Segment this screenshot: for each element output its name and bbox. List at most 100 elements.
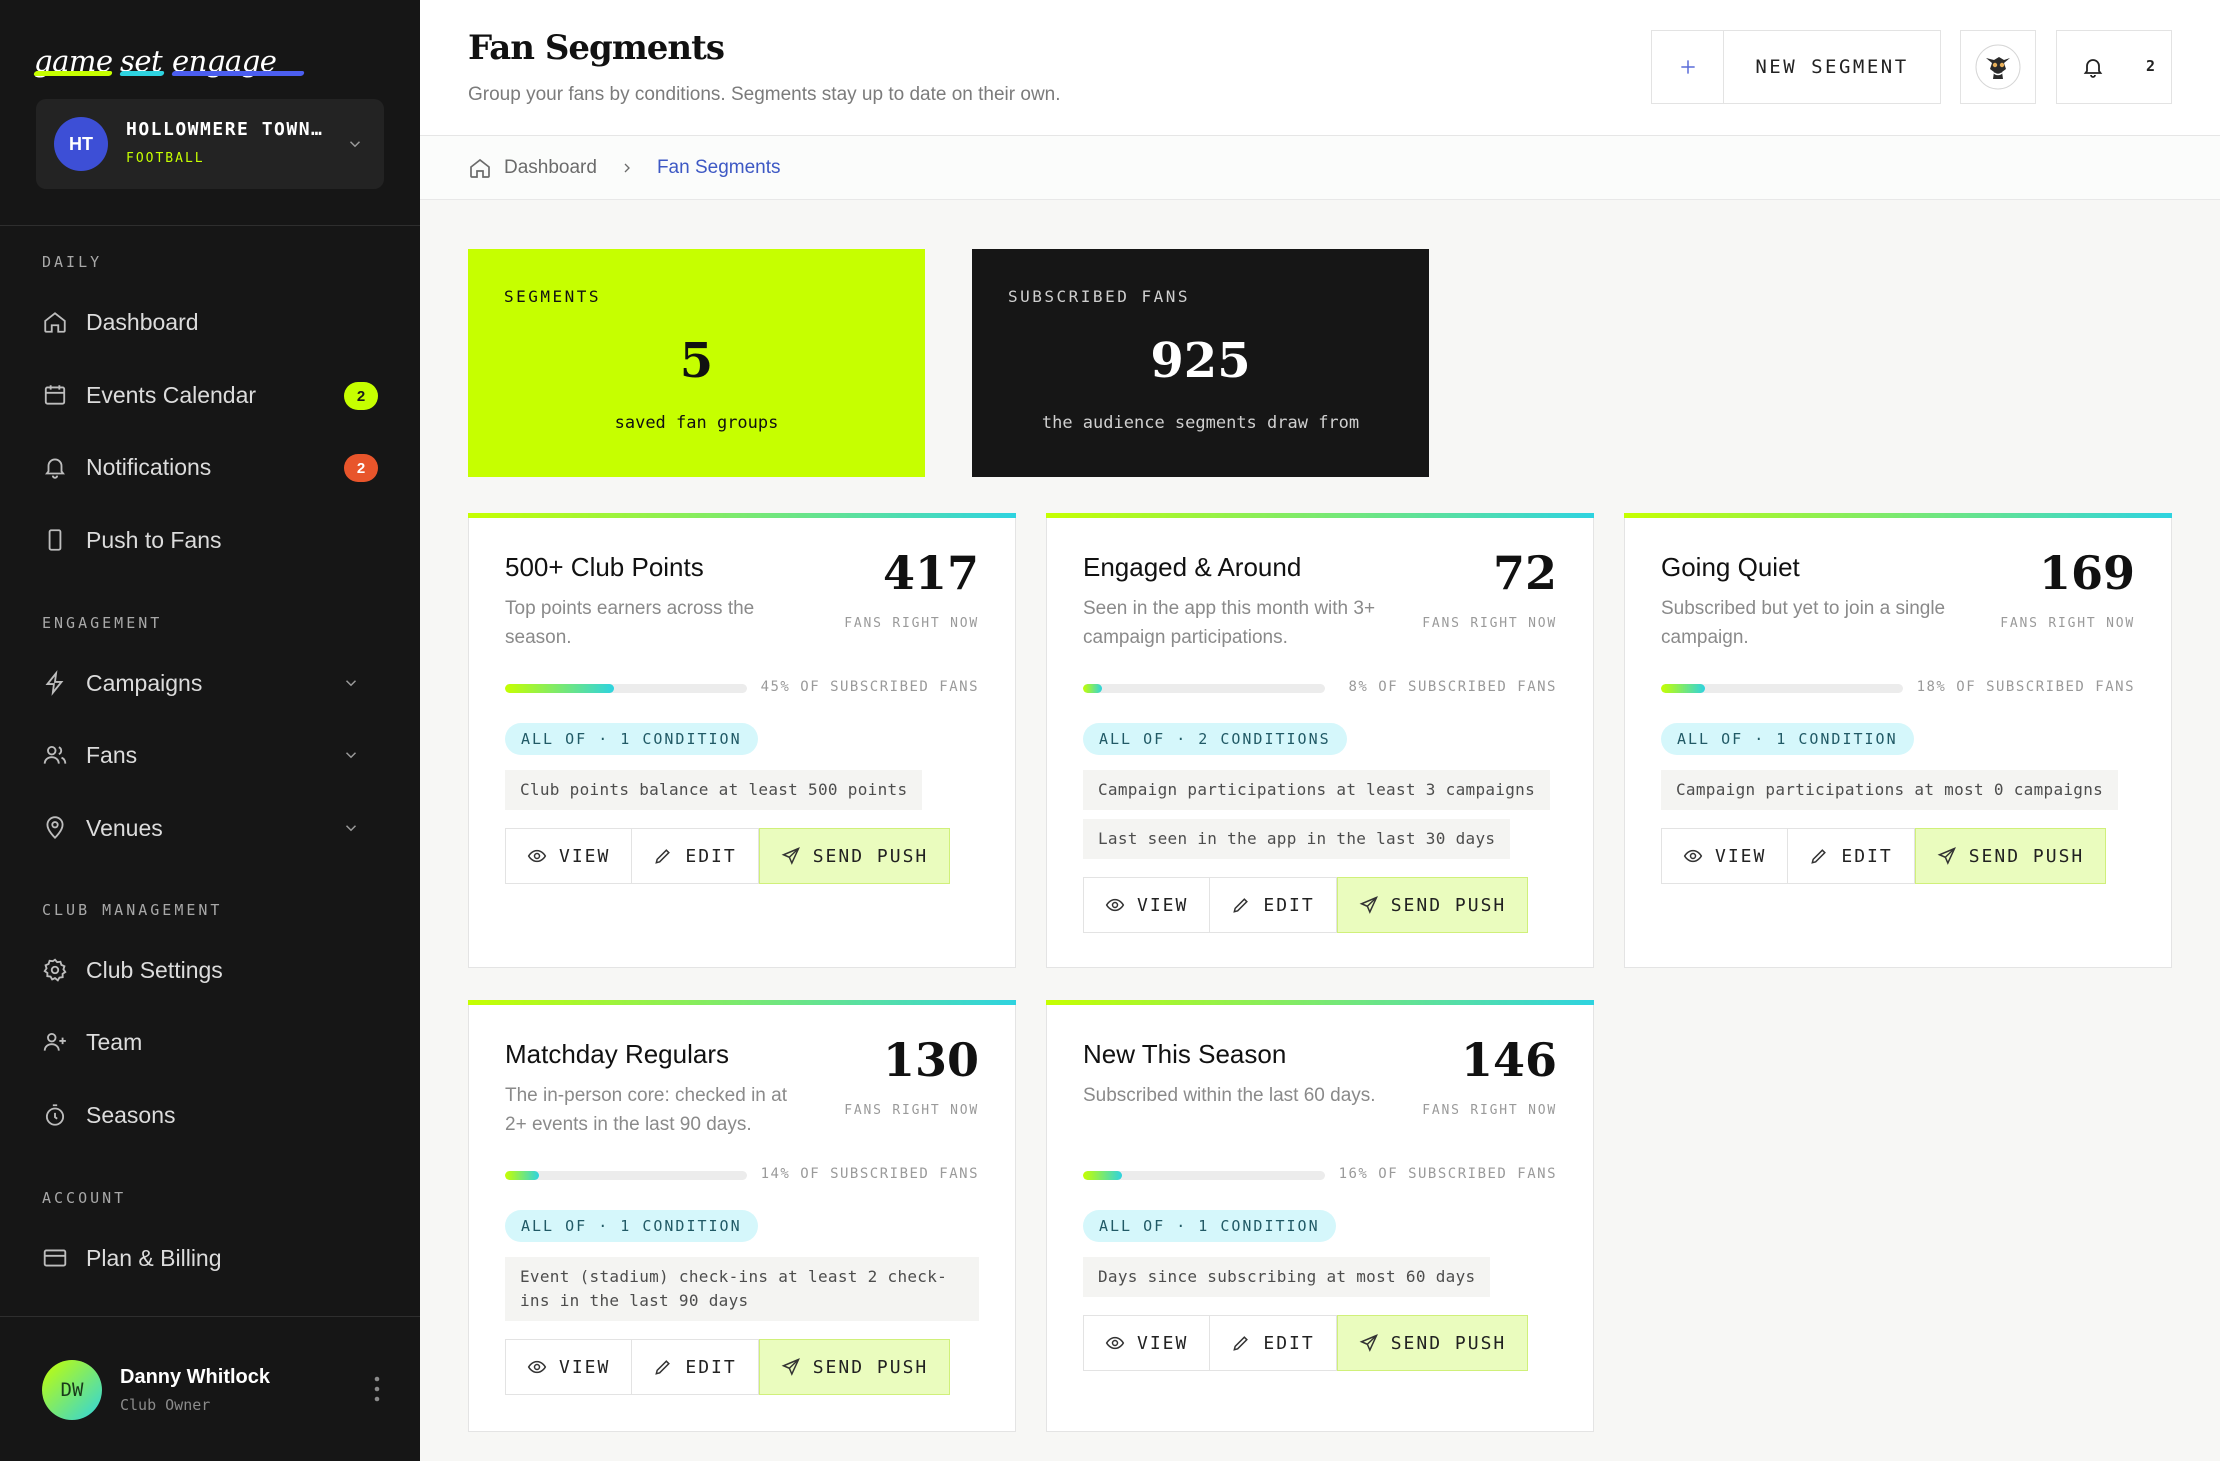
- sidebar-item-label: Team: [86, 1028, 143, 1055]
- pencil-icon: [1233, 1336, 1249, 1351]
- notification-count: 2: [2145, 57, 2155, 75]
- sidebar-item-fans[interactable]: Fans: [42, 732, 382, 778]
- stat-description: saved fan groups: [614, 413, 779, 433]
- segment-share-fill: [1083, 684, 1103, 693]
- segment-fan-count: 169: [2038, 546, 2135, 600]
- send-icon: [1937, 847, 1956, 865]
- segment-fan-count: 417: [882, 546, 979, 600]
- notifications-button[interactable]: 2: [2056, 30, 2172, 104]
- sidebar-item-seasons[interactable]: Seasons: [42, 1092, 382, 1138]
- card-accent-bar: [1624, 513, 2172, 518]
- segment-card-matchday-regulars: Matchday Regulars The in-person core: ch…: [468, 1000, 1016, 1432]
- user-plus-icon: [43, 1032, 66, 1051]
- new-segment-button[interactable]: NEW SEGMENT: [1651, 30, 1941, 104]
- rule-badge: ALL OF · 2 CONDITIONS: [1083, 723, 1347, 755]
- user-avatar: DW: [42, 1360, 102, 1420]
- lightning-icon: [45, 670, 64, 696]
- view-button[interactable]: VIEW: [506, 829, 633, 883]
- view-label: VIEW: [559, 1356, 611, 1378]
- sidebar-item-notifications[interactable]: Notifications 2: [42, 444, 382, 490]
- view-button[interactable]: VIEW: [506, 1340, 633, 1394]
- club-switcher[interactable]: HT HOLLOWMERE TOWN… FOOTBALL: [36, 99, 384, 189]
- segment-card-new-this-season: New This Season Subscribed within the la…: [1046, 1000, 1594, 1432]
- segment-description: The in-person core: checked in at 2+ eve…: [505, 1085, 787, 1135]
- sidebar-item-team[interactable]: Team: [42, 1019, 382, 1065]
- segment-description: Subscribed but yet to join a single camp…: [1661, 598, 1946, 648]
- edit-label: EDIT: [685, 845, 737, 867]
- sidebar-item-label: Notifications: [86, 453, 212, 480]
- edit-button[interactable]: EDIT: [1210, 878, 1337, 932]
- view-button[interactable]: VIEW: [1084, 1316, 1211, 1370]
- segment-share-fill: [1661, 684, 1705, 693]
- eye-icon: [1683, 849, 1703, 863]
- club-avatar: HT: [54, 117, 108, 171]
- section-title-engagement: ENGAGEMENT: [42, 614, 163, 632]
- breadcrumb: Dashboard Fan Segments: [420, 136, 2220, 200]
- stat-label: SEGMENTS: [504, 287, 602, 306]
- sidebar-item-plan-billing[interactable]: Plan & Billing: [42, 1235, 382, 1281]
- chevron-down-icon: [345, 680, 357, 687]
- club-crest-avatar[interactable]: [1960, 30, 2036, 104]
- pencil-icon: [655, 849, 671, 864]
- segment-share-label: 16% OF SUBSCRIBED FANS: [1338, 1166, 1557, 1182]
- view-label: VIEW: [1137, 1332, 1189, 1354]
- edit-button[interactable]: EDIT: [1788, 829, 1915, 883]
- sidebar-item-label: Campaigns: [86, 669, 203, 696]
- eye-icon: [1105, 898, 1125, 912]
- club-sport: FOOTBALL: [126, 151, 205, 166]
- user-profile[interactable]: DW Danny Whitlock Club Owner: [42, 1360, 382, 1420]
- breadcrumb-dashboard-link[interactable]: Dashboard: [504, 157, 597, 179]
- segment-card-500-club-points: 500+ Club Points Top points earners acro…: [468, 513, 1016, 968]
- segment-card-engaged-around: Engaged & Around Seen in the app this mo…: [1046, 513, 1594, 968]
- edit-button[interactable]: EDIT: [632, 1340, 759, 1394]
- segment-share-fill: [505, 1171, 539, 1180]
- club-name: HOLLOWMERE TOWN…: [126, 119, 324, 140]
- sidebar-item-venues[interactable]: Venues: [42, 805, 382, 851]
- view-button[interactable]: VIEW: [1084, 878, 1211, 932]
- send-push-label: SEND PUSH: [812, 1356, 929, 1378]
- send-push-button[interactable]: SEND PUSH: [758, 1339, 951, 1395]
- card-accent-bar: [1046, 1000, 1594, 1005]
- card-accent-bar: [468, 1000, 1016, 1005]
- segment-share-bar: [505, 684, 747, 693]
- edit-label: EDIT: [685, 1356, 737, 1378]
- brand-underline: [119, 71, 165, 76]
- edit-label: EDIT: [1841, 845, 1893, 867]
- sidebar-item-dashboard[interactable]: Dashboard: [42, 299, 382, 345]
- page-title: Fan Segments: [468, 28, 725, 68]
- edit-button[interactable]: EDIT: [1210, 1316, 1337, 1370]
- view-button[interactable]: VIEW: [1662, 829, 1789, 883]
- home-icon: [470, 158, 490, 178]
- send-push-label: SEND PUSH: [1390, 1332, 1507, 1354]
- send-icon: [781, 847, 800, 865]
- segment-share-label: 45% OF SUBSCRIBED FANS: [760, 679, 979, 695]
- stat-value: 5: [679, 333, 714, 389]
- sidebar-item-events-calendar[interactable]: Events Calendar 2: [42, 372, 382, 418]
- edit-label: EDIT: [1263, 1332, 1315, 1354]
- more-vertical-icon[interactable]: [372, 1374, 382, 1404]
- condition-chip: Campaign participations at most 0 campai…: [1661, 770, 2119, 810]
- send-push-label: SEND PUSH: [812, 845, 929, 867]
- card-accent-bar: [1046, 513, 1594, 518]
- segment-fan-count: 146: [1460, 1033, 1557, 1087]
- view-label: VIEW: [1137, 894, 1189, 916]
- bell-icon: [45, 458, 65, 479]
- brand-underline: [33, 71, 113, 76]
- brand-underline: [171, 71, 305, 76]
- chevron-down-icon: [345, 752, 357, 759]
- send-push-button[interactable]: SEND PUSH: [758, 828, 951, 884]
- sidebar-item-club-settings[interactable]: Club Settings: [42, 947, 382, 993]
- send-push-button[interactable]: SEND PUSH: [1336, 877, 1529, 933]
- sidebar-item-push-to-fans[interactable]: Push to Fans: [42, 517, 382, 563]
- send-push-button[interactable]: SEND PUSH: [1336, 1315, 1529, 1371]
- sidebar-item-label: Seasons: [86, 1101, 176, 1128]
- edit-button[interactable]: EDIT: [632, 829, 759, 883]
- segment-name: Engaged & Around: [1083, 552, 1302, 582]
- fan-count-label: FANS RIGHT NOW: [844, 1103, 979, 1118]
- send-push-button[interactable]: SEND PUSH: [1914, 828, 2107, 884]
- sidebar-item-campaigns[interactable]: Campaigns: [42, 660, 382, 706]
- user-role: Club Owner: [120, 1396, 211, 1414]
- users-icon: [43, 745, 67, 764]
- condition-chip: Last seen in the app in the last 30 days: [1083, 819, 1511, 859]
- pencil-icon: [655, 1360, 671, 1375]
